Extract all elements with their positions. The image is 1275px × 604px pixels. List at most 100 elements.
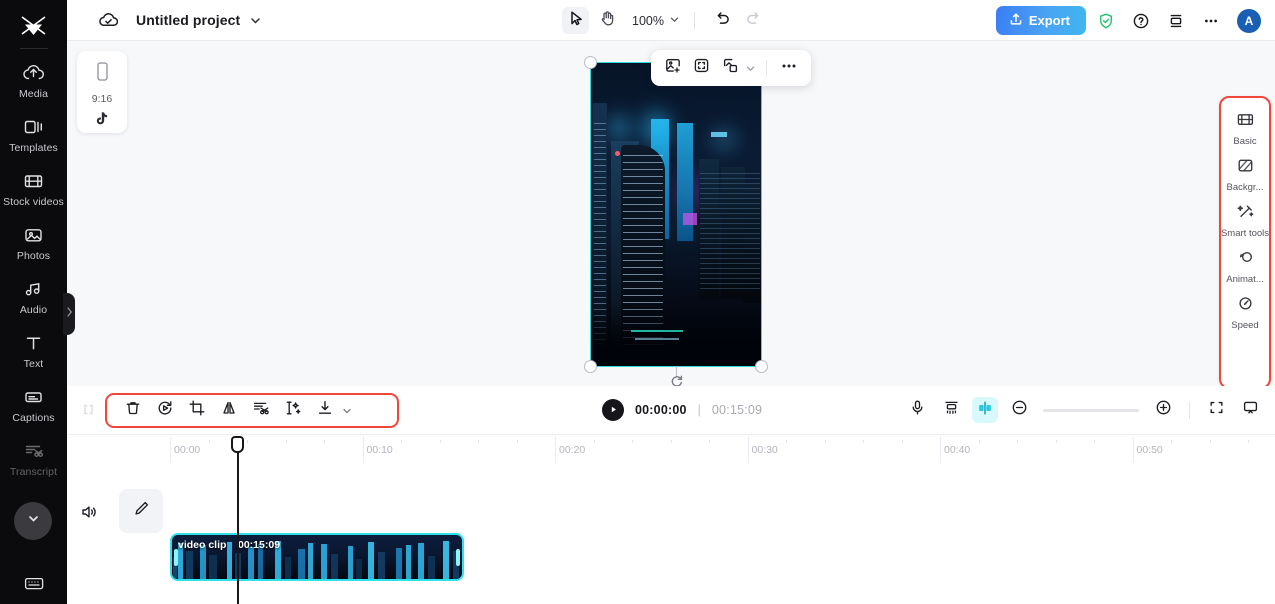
split-marker-button[interactable]: [972, 397, 998, 423]
sidebar-item-templates[interactable]: Templates: [0, 107, 67, 161]
timeline-right-controls: [904, 386, 1263, 434]
ruler-label: 00:10: [366, 444, 393, 456]
clip-edit-toolbar: [105, 393, 399, 428]
rotate-button[interactable]: [151, 397, 178, 424]
plus-circle-icon: [1155, 399, 1172, 421]
current-time: 00:00:00: [635, 403, 687, 417]
fit-to-screen-button[interactable]: [1203, 397, 1229, 423]
split-sparkle-icon: [284, 399, 302, 422]
trash-icon: [124, 399, 142, 422]
panel-expand-handle[interactable]: [63, 293, 75, 335]
play-triangle-icon: [609, 401, 618, 419]
delete-button[interactable]: [119, 397, 146, 424]
sidebar-item-media[interactable]: Media: [0, 53, 67, 107]
panel-item-label: Speed: [1231, 320, 1259, 331]
toolbar-divider: [693, 12, 695, 29]
capcut-logo-icon[interactable]: [14, 10, 54, 42]
crop-icon: [188, 399, 206, 422]
sidebar-item-captions[interactable]: Captions: [0, 377, 67, 431]
preview-beacon: [615, 151, 620, 156]
ruler-minor-tick: [709, 440, 710, 443]
preview-monitor-button[interactable]: [1237, 397, 1263, 423]
sidebar-collapse-button[interactable]: [14, 502, 52, 540]
record-voiceover-button[interactable]: [904, 397, 930, 423]
sidebar-item-audio[interactable]: Audio: [0, 269, 67, 323]
remove-background-button[interactable]: [718, 55, 743, 81]
ruler-minor-tick: [478, 440, 479, 443]
resize-handle-top-left[interactable]: [584, 56, 597, 69]
chevron-down-icon: [669, 14, 680, 28]
panel-item-animation[interactable]: Animat...: [1219, 243, 1271, 289]
panel-item-smart-tools[interactable]: Smart tools: [1219, 197, 1271, 243]
timeline-ruler[interactable]: 00:00 00:10 00:20 00:30 00:40 00:50: [67, 435, 1275, 465]
select-tool-button[interactable]: [562, 7, 589, 34]
video-preview[interactable]: [590, 62, 762, 367]
auto-adjust-button[interactable]: [938, 397, 964, 423]
download-caret[interactable]: [341, 405, 353, 417]
video-preview-container: [584, 50, 811, 387]
clip-trim-handle-right[interactable]: [456, 549, 460, 566]
help-question-icon[interactable]: [1126, 6, 1156, 36]
transcript-scissors-icon: [23, 440, 44, 462]
redo-button[interactable]: [740, 7, 767, 34]
top-toolbar: Untitled project 100% Export A: [67, 0, 1275, 41]
cut-audio-button[interactable]: [247, 397, 274, 424]
clip-thumbnail: [317, 535, 342, 579]
toolbar-divider: [765, 59, 767, 77]
remove-bg-caret[interactable]: [745, 63, 756, 74]
panel-item-background[interactable]: Backgr...: [1219, 151, 1271, 197]
zoom-out-button[interactable]: [1006, 397, 1032, 423]
export-button[interactable]: Export: [995, 6, 1086, 35]
timeline-clip[interactable]: video clip 00:15:09: [170, 533, 464, 581]
hand-tool-button[interactable]: [593, 7, 620, 34]
sidebar-item-text[interactable]: Text: [0, 323, 67, 377]
add-image-button[interactable]: [661, 55, 686, 81]
panel-item-label: Basic: [1233, 136, 1257, 147]
avatar[interactable]: A: [1237, 8, 1261, 33]
download-icon: [316, 399, 334, 422]
more-options-button[interactable]: [776, 55, 801, 81]
keyboard-shortcuts-button[interactable]: [0, 576, 67, 596]
project-title-caret[interactable]: [249, 14, 262, 27]
microphone-icon: [909, 399, 926, 421]
timeline-zoom-slider[interactable]: [1043, 408, 1139, 412]
rotate-play-icon: [156, 399, 174, 422]
clip-trim-handle-left[interactable]: [174, 549, 178, 566]
ruler-minor-tick: [1171, 440, 1172, 443]
playhead-handle[interactable]: [231, 436, 244, 453]
cloud-saved-icon[interactable]: [99, 12, 118, 29]
undo-button[interactable]: [709, 7, 736, 34]
upload-icon: [1009, 12, 1023, 29]
split-marker-icon[interactable]: [81, 402, 96, 422]
resize-handle-bottom-left[interactable]: [584, 360, 597, 373]
more-horizontal-icon[interactable]: [1196, 6, 1226, 36]
layers-stack-icon[interactable]: [1161, 6, 1191, 36]
play-button[interactable]: [602, 399, 624, 421]
zoom-in-button[interactable]: [1150, 397, 1176, 423]
cloud-upload-icon: [23, 62, 44, 84]
crop-button[interactable]: [183, 397, 210, 424]
resize-handle-bottom-right[interactable]: [755, 360, 768, 373]
sidebar-item-photos[interactable]: Photos: [0, 215, 67, 269]
sidebar-item-label: Captions: [12, 412, 55, 424]
total-duration: 00:15:09: [711, 403, 763, 417]
clip-thumbnail: [292, 535, 318, 579]
sidebar-item-stock-videos[interactable]: Stock videos: [0, 161, 67, 215]
track-edit-button[interactable]: [119, 489, 163, 533]
shield-check-icon[interactable]: [1091, 6, 1121, 36]
mirror-button[interactable]: [215, 397, 242, 424]
panel-item-basic[interactable]: Basic: [1219, 105, 1271, 151]
download-button[interactable]: [311, 397, 338, 424]
preview-foreground: [591, 304, 761, 366]
preview-windows: [700, 173, 760, 293]
zoom-level-dropdown[interactable]: 100%: [632, 14, 680, 28]
clip-thumbnail: [365, 535, 390, 579]
aspect-ratio-card[interactable]: 9:16: [77, 51, 127, 133]
auto-reframe-button[interactable]: [690, 55, 715, 81]
sidebar-item-transcript[interactable]: Transcript: [0, 431, 67, 485]
split-ai-button[interactable]: [279, 397, 306, 424]
panel-item-speed[interactable]: Speed: [1219, 289, 1271, 335]
controls-divider: [1189, 401, 1190, 419]
sidebar-item-label: Text: [23, 358, 44, 370]
track-mute-button[interactable]: [80, 503, 100, 526]
